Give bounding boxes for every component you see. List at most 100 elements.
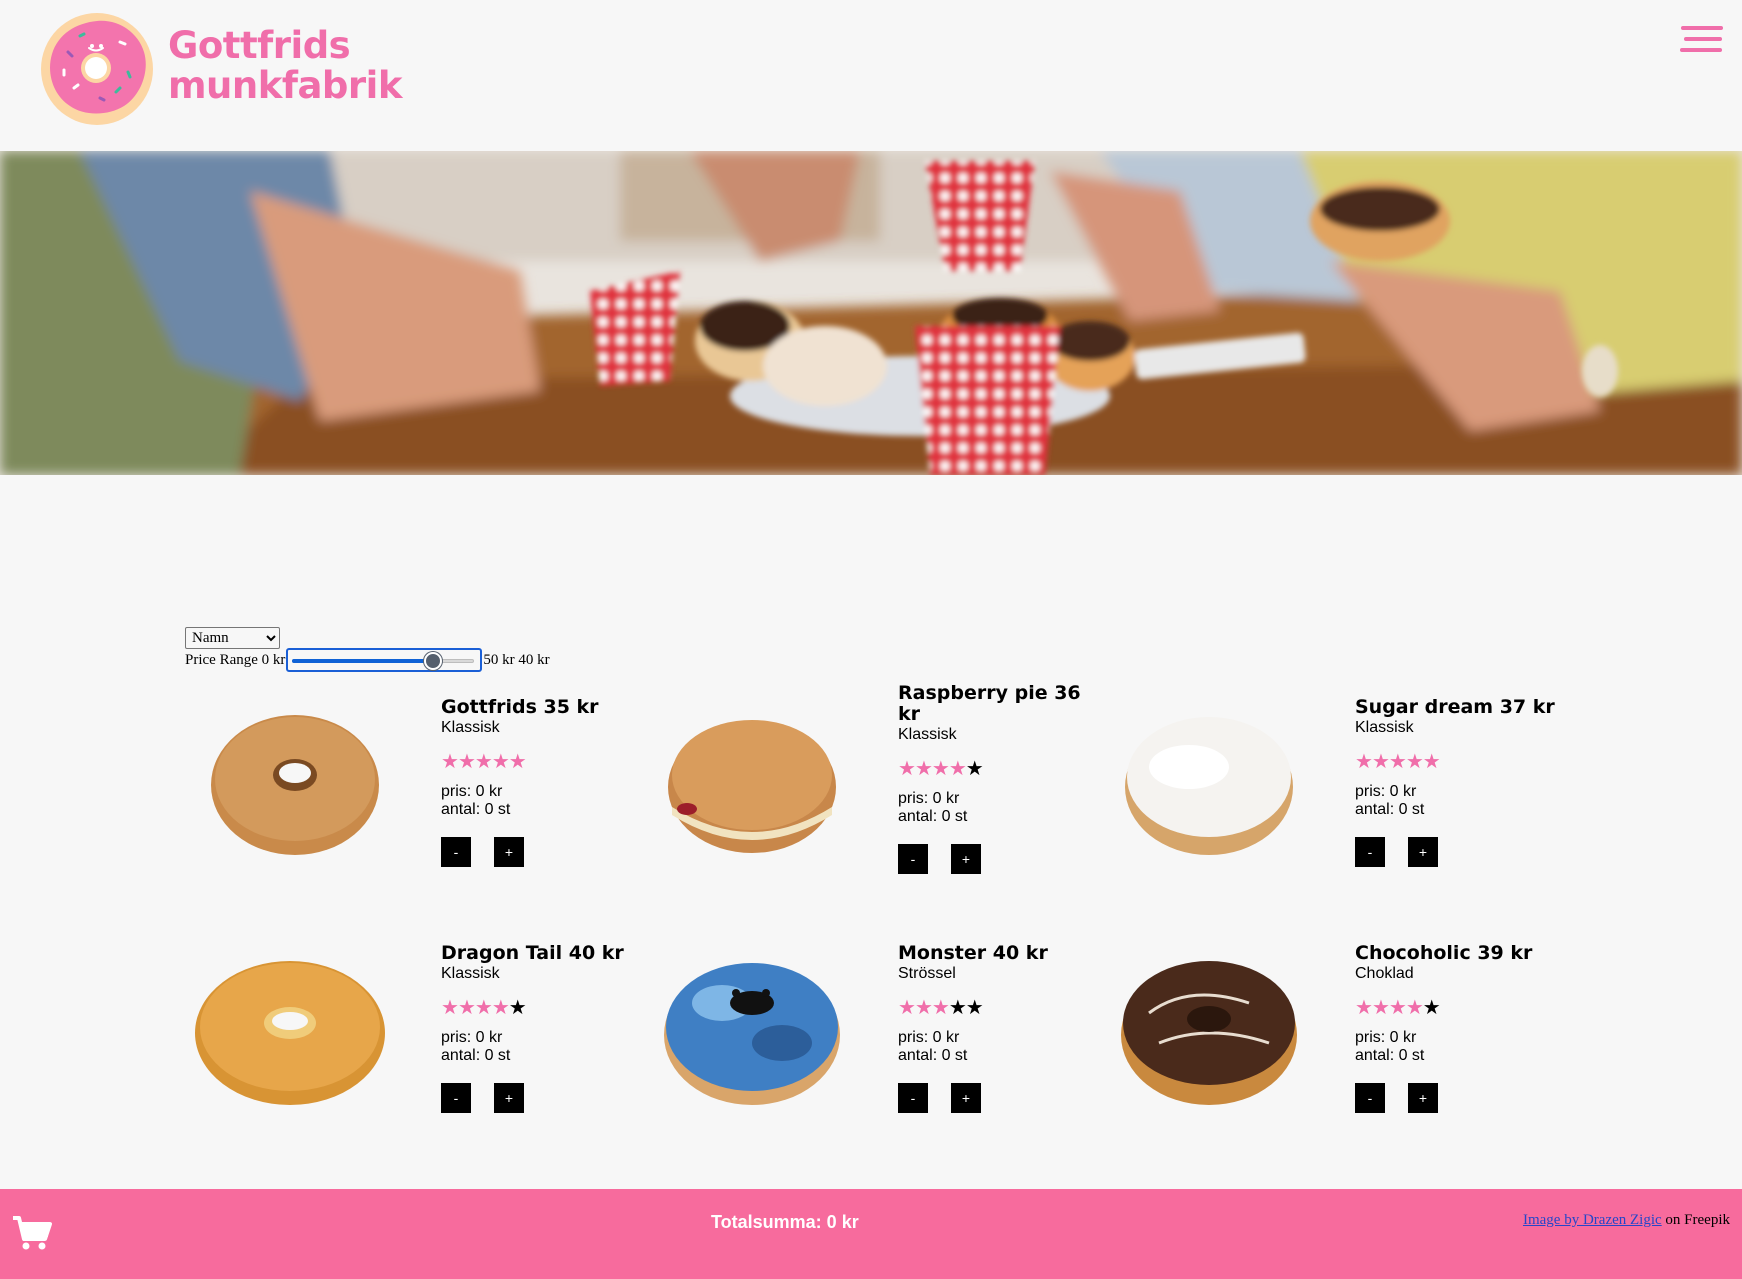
product-category: Strössel xyxy=(898,965,956,982)
product-title: Gottfrids 35 kr xyxy=(441,696,599,718)
star-filled-icon: ★ xyxy=(931,997,950,1019)
image-credit: Image by Drazen Zigic on Freepik xyxy=(1523,1212,1730,1229)
product-category: Klassisk xyxy=(441,965,500,982)
hamburger-menu-icon[interactable] xyxy=(1680,24,1723,54)
product-quantity: antal: 0 st xyxy=(1355,1047,1425,1064)
product-title: Monster 40 kr xyxy=(898,942,1048,964)
blue-monster-donut-image xyxy=(664,963,840,1105)
increase-button[interactable]: + xyxy=(951,844,981,874)
coconut-ring-donut-image xyxy=(195,961,385,1105)
star-empty-icon: ★ xyxy=(1422,997,1441,1019)
image-credit-suffix: on Freepik xyxy=(1661,1212,1730,1228)
image-credit-link[interactable]: Image by Drazen Zigic xyxy=(1523,1212,1662,1228)
product-quantity: antal: 0 st xyxy=(898,1047,968,1064)
star-filled-icon: ★ xyxy=(441,751,459,773)
product-price: pris: 0 kr xyxy=(898,790,960,807)
decrease-button[interactable]: - xyxy=(441,1083,471,1113)
star-filled-icon: ★ xyxy=(898,997,916,1019)
star-filled-icon: ★ xyxy=(441,997,459,1019)
product-title: Chocoholic 39 kr xyxy=(1355,942,1533,964)
star-filled-icon: ★ xyxy=(1371,997,1390,1019)
rating-stars: ★★★★★ xyxy=(441,997,641,1019)
brand-name[interactable]: Gottfrids munkfabrik xyxy=(168,26,402,106)
price-range-label: Price Range 0 kr xyxy=(185,651,286,668)
star-filled-icon: ★ xyxy=(1422,751,1441,773)
shopping-cart-icon[interactable] xyxy=(12,1215,52,1251)
cart-total: Totalsumma: 0 kr xyxy=(711,1212,859,1232)
product-category: Klassisk xyxy=(898,726,957,743)
increase-button[interactable]: + xyxy=(951,1083,981,1113)
star-filled-icon: ★ xyxy=(474,997,493,1019)
price-range-slider[interactable] xyxy=(286,648,483,672)
decrease-button[interactable]: - xyxy=(441,837,471,867)
star-filled-icon: ★ xyxy=(457,751,476,773)
star-empty-icon: ★ xyxy=(965,758,984,780)
rating-stars: ★★★★★ xyxy=(1355,997,1555,1019)
star-filled-icon: ★ xyxy=(914,997,933,1019)
star-filled-icon: ★ xyxy=(1388,997,1407,1019)
star-empty-icon: ★ xyxy=(508,997,527,1019)
star-filled-icon: ★ xyxy=(474,751,493,773)
decrease-button[interactable]: - xyxy=(1355,837,1385,867)
star-filled-icon: ★ xyxy=(1388,751,1407,773)
rating-stars: ★★★★★ xyxy=(898,997,1098,1019)
product-card: Raspberry pie 36 kr Klassisk ★★★★★ pris:… xyxy=(652,683,1102,903)
decrease-button[interactable]: - xyxy=(1355,1083,1385,1113)
price-range-filter: Price Range 0 kr 50 kr 40 kr xyxy=(185,645,550,675)
hero-image xyxy=(0,151,1742,475)
star-empty-icon: ★ xyxy=(948,997,967,1019)
product-price: pris: 0 kr xyxy=(1355,1029,1417,1046)
product-category: Klassisk xyxy=(1355,719,1414,736)
product-quantity: antal: 0 st xyxy=(441,801,511,818)
star-filled-icon: ★ xyxy=(1355,751,1373,773)
product-price: pris: 0 kr xyxy=(441,1029,503,1046)
rating-stars: ★★★★★ xyxy=(898,758,1098,780)
brand-name-line2: munkfabrik xyxy=(168,64,402,107)
product-card: Dragon Tail 40 kr Klassisk ★★★★★ pris: 0… xyxy=(195,943,645,1163)
star-filled-icon: ★ xyxy=(491,997,510,1019)
increase-button[interactable]: + xyxy=(494,1083,524,1113)
star-filled-icon: ★ xyxy=(1405,751,1424,773)
product-price: pris: 0 kr xyxy=(441,783,503,800)
product-card: Gottfrids 35 kr Klassisk ★★★★★ pris: 0 k… xyxy=(195,697,645,917)
decrease-button[interactable]: - xyxy=(898,1083,928,1113)
site-footer: Totalsumma: 0 kr Image by Drazen Zigic o… xyxy=(0,1189,1742,1279)
star-filled-icon: ★ xyxy=(491,751,510,773)
price-range-thumb[interactable] xyxy=(423,652,442,670)
brand-name-line1: Gottfrids xyxy=(168,24,351,67)
decrease-button[interactable]: - xyxy=(898,844,928,874)
rating-stars: ★★★★★ xyxy=(1355,751,1555,773)
increase-button[interactable]: + xyxy=(494,837,524,867)
star-empty-icon: ★ xyxy=(965,997,984,1019)
product-category: Choklad xyxy=(1355,965,1414,982)
product-category: Klassisk xyxy=(441,719,500,736)
increase-button[interactable]: + xyxy=(1408,837,1438,867)
people-eating-donuts-photo xyxy=(0,151,1742,475)
star-filled-icon: ★ xyxy=(1405,997,1424,1019)
product-quantity: antal: 0 st xyxy=(1355,801,1425,818)
star-filled-icon: ★ xyxy=(914,758,933,780)
product-quantity: antal: 0 st xyxy=(898,808,968,825)
increase-button[interactable]: + xyxy=(1408,1083,1438,1113)
star-filled-icon: ★ xyxy=(457,997,476,1019)
rating-stars: ★★★★★ xyxy=(441,751,641,773)
sugar-donut-image xyxy=(211,715,379,855)
product-card: Monster 40 kr Strössel ★★★★★ pris: 0 kr … xyxy=(652,943,1102,1163)
star-filled-icon: ★ xyxy=(948,758,967,780)
product-card: Sugar dream 37 kr Klassisk ★★★★★ pris: 0… xyxy=(1109,697,1559,917)
product-title: Dragon Tail 40 kr xyxy=(441,942,624,964)
star-filled-icon: ★ xyxy=(898,758,916,780)
star-filled-icon: ★ xyxy=(508,751,527,773)
raspberry-filled-donut-image xyxy=(668,720,836,853)
product-price: pris: 0 kr xyxy=(1355,783,1417,800)
product-quantity: antal: 0 st xyxy=(441,1047,511,1064)
product-title: Sugar dream 37 kr xyxy=(1355,696,1555,718)
star-filled-icon: ★ xyxy=(1371,751,1390,773)
product-title: Raspberry pie 36 kr xyxy=(898,682,1081,725)
chocolate-donut-image xyxy=(1121,961,1297,1105)
site-header: Gottfrids munkfabrik xyxy=(0,0,1742,151)
price-range-value: 50 kr 40 kr xyxy=(483,651,550,668)
product-card: Chocoholic 39 kr Choklad ★★★★★ pris: 0 k… xyxy=(1109,943,1559,1163)
donut-logo-icon[interactable] xyxy=(40,12,154,126)
powdered-donut-image xyxy=(1125,717,1293,855)
